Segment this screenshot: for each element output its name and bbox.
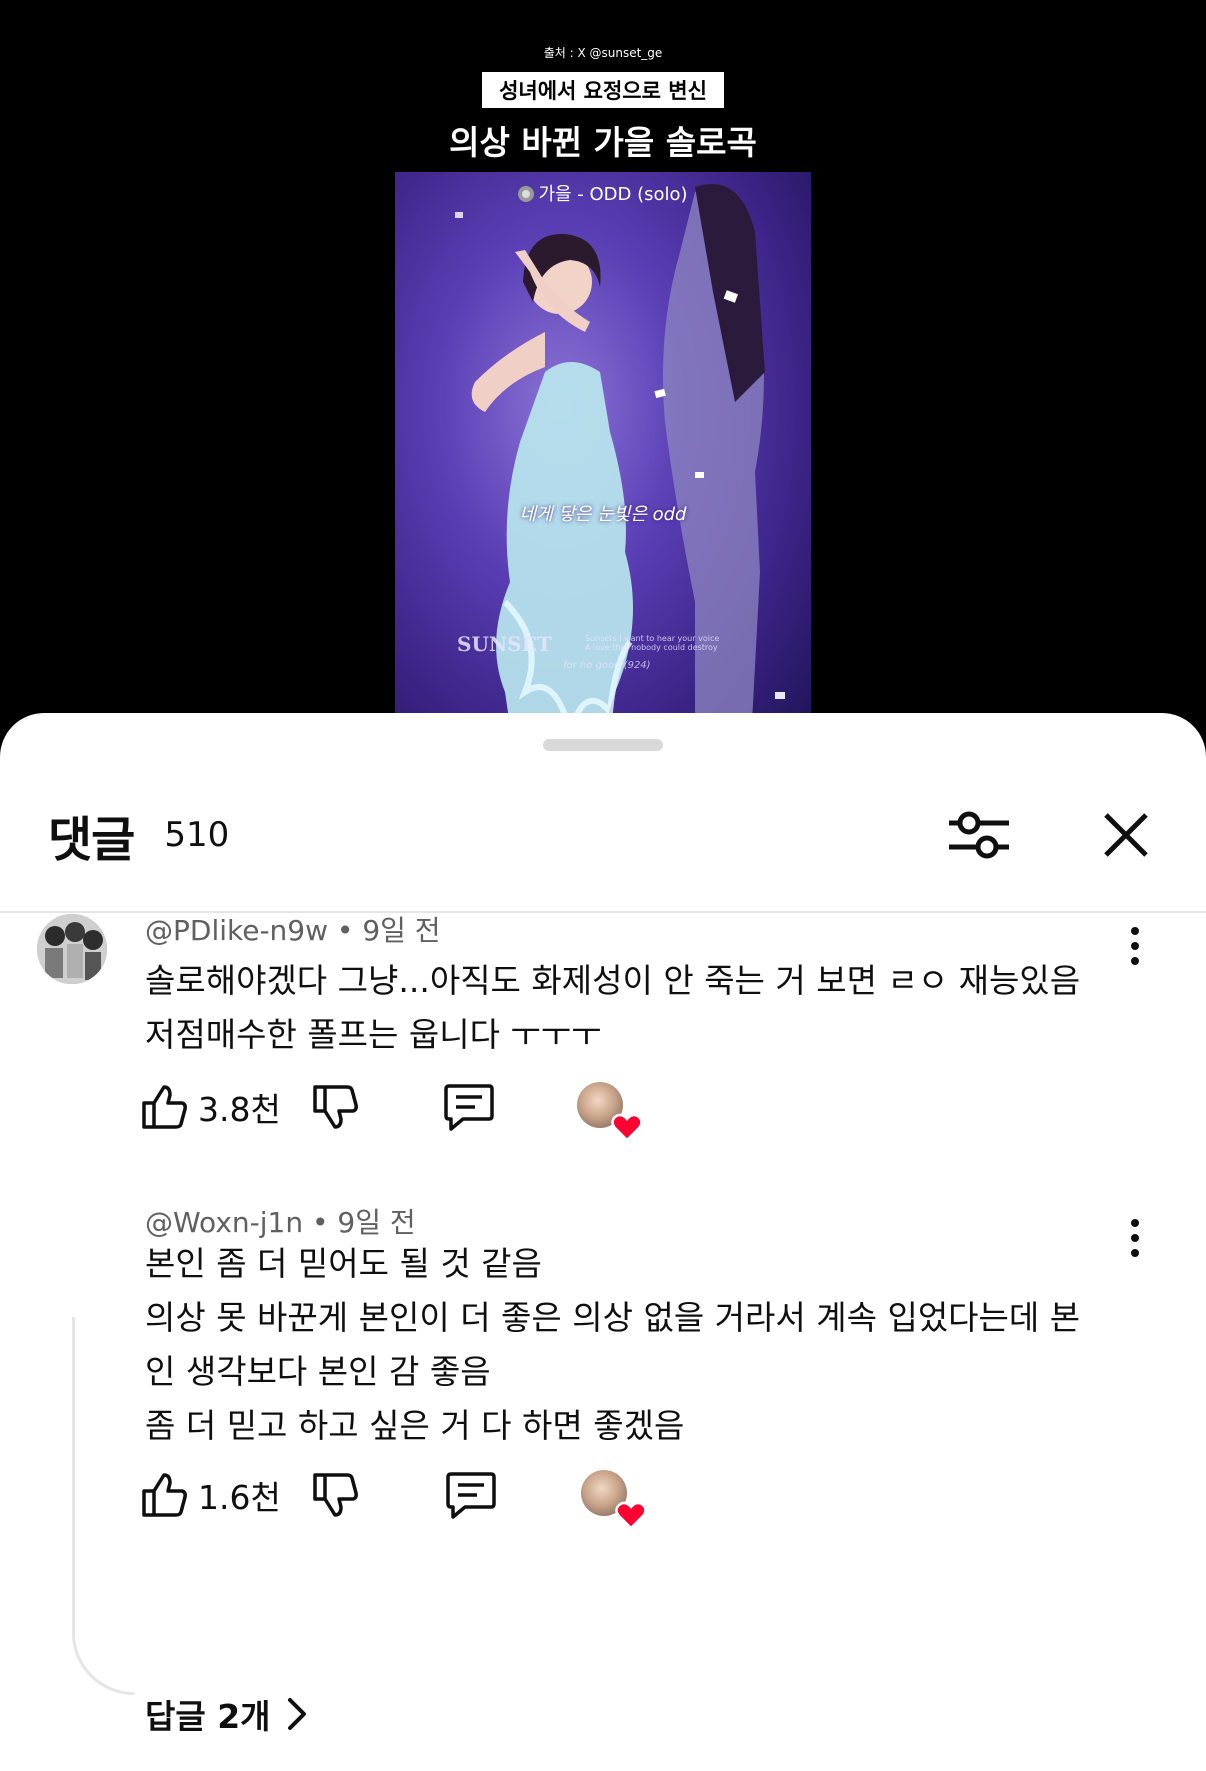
video-source-text: 출처 : X @sunset_ge: [543, 46, 663, 60]
comment-meta: @PDlike-n9w • 9일 전: [145, 914, 441, 947]
comment-text: 본인 좀 더 믿어도 될 것 같음 의상 못 바꾼게 본인이 더 좋은 의상 없…: [145, 1244, 1081, 1445]
reply-icon[interactable]: [443, 1082, 495, 1132]
performer-figure: [455, 184, 785, 760]
creator-heart: [576, 1082, 643, 1142]
avatar[interactable]: [37, 914, 107, 984]
thumb-up-icon[interactable]: [140, 1083, 188, 1131]
close-icon: [1104, 813, 1148, 857]
comment-more-button[interactable]: [1120, 1213, 1150, 1263]
filter-icon: [949, 811, 1009, 859]
comment-text: 솔로해야겠다 그냥...아직도 화제성이 안 죽는 거 보면 ㄹㅇ 재능있음 저…: [145, 961, 1081, 1054]
creator-heart-icon: [611, 1113, 643, 1142]
avatar-image: [37, 914, 107, 984]
comments-header: 댓글 510: [48, 803, 1158, 868]
thumb-down-icon[interactable]: [311, 1471, 359, 1519]
drag-handle[interactable]: [543, 739, 663, 751]
lyric-caption: 네게 닿은 눈빛은 odd: [519, 504, 687, 525]
watermark-caption: Sunsets I want to hear your voice A love…: [585, 634, 720, 652]
sunset-watermark: SUNSET: [457, 632, 552, 656]
comment-actions: 3.8천: [140, 1077, 643, 1142]
thumb-up-icon[interactable]: [140, 1471, 188, 1519]
comments-count: 510: [164, 815, 230, 855]
more-vert-icon: [1131, 927, 1139, 935]
comment-more-button[interactable]: [1120, 921, 1150, 971]
comment-actions: 1.6천: [140, 1465, 647, 1530]
chevron-right-icon: [287, 1698, 306, 1730]
view-replies-button[interactable]: 답글 2개: [145, 1689, 307, 1739]
thumb-down-icon[interactable]: [311, 1083, 359, 1131]
video-headline: 의상 바뀐 가을 솔로곡: [449, 123, 757, 162]
replies-label: 답글 2개: [145, 1697, 271, 1736]
like-count: 3.8천: [198, 1090, 281, 1129]
filter-button[interactable]: [946, 803, 1010, 867]
video-subtitle: 성녀에서 요정으로 변신: [482, 72, 724, 108]
comments-sheet: 댓글 510 @PDlike-n9w • 9일 전 솔로해야겠다 그냥...아직…: [0, 713, 1206, 1771]
creator-heart-icon: [615, 1501, 647, 1530]
thread-line: [72, 1317, 134, 1695]
comments-title: 댓글: [48, 812, 135, 868]
watermark-subcaption: for no good (924): [563, 660, 651, 671]
creator-heart: [580, 1470, 647, 1530]
comment-meta: @Woxn-j1n • 9일 전: [145, 1206, 416, 1239]
like-count: 1.6천: [198, 1478, 281, 1517]
close-button[interactable]: [1094, 803, 1158, 867]
more-vert-icon: [1131, 1219, 1139, 1227]
reply-icon[interactable]: [445, 1470, 497, 1520]
video-frame: 가을 - ODD (solo) 네게 닿은 눈빛은 odd SUNSET Sun…: [395, 172, 811, 760]
video-player[interactable]: 출처 : X @sunset_ge 성녀에서 요정으로 변신 의상 바뀐 가을 …: [0, 0, 1206, 760]
